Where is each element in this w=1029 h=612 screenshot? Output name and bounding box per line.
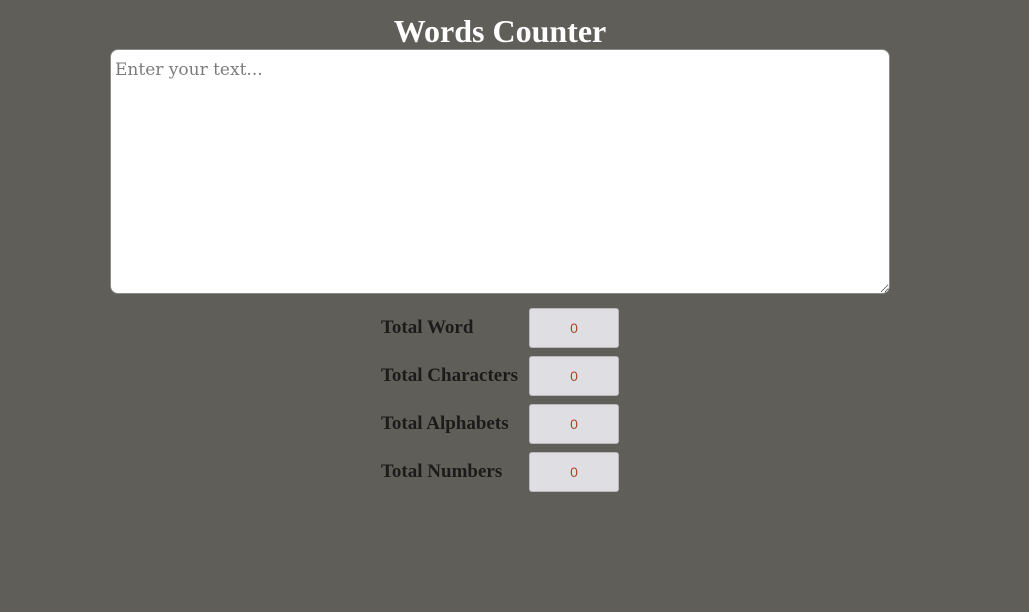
stats-panel: Total Word Total Characters Total Alphab… — [381, 308, 621, 500]
total-word-label: Total Word — [381, 317, 474, 338]
total-characters-value[interactable] — [529, 356, 619, 396]
stat-row-total-word: Total Word — [381, 308, 621, 348]
total-numbers-value[interactable] — [529, 452, 619, 492]
total-word-value[interactable] — [529, 308, 619, 348]
stat-row-total-characters: Total Characters — [381, 356, 621, 396]
page-title: Words Counter — [393, 13, 607, 49]
stat-row-total-numbers: Total Numbers — [381, 452, 621, 492]
stat-row-total-alphabets: Total Alphabets — [381, 404, 621, 444]
total-alphabets-label: Total Alphabets — [381, 413, 509, 434]
total-numbers-label: Total Numbers — [381, 461, 503, 482]
total-characters-label: Total Characters — [381, 365, 519, 386]
total-alphabets-value[interactable] — [529, 404, 619, 444]
text-input[interactable] — [110, 49, 890, 294]
